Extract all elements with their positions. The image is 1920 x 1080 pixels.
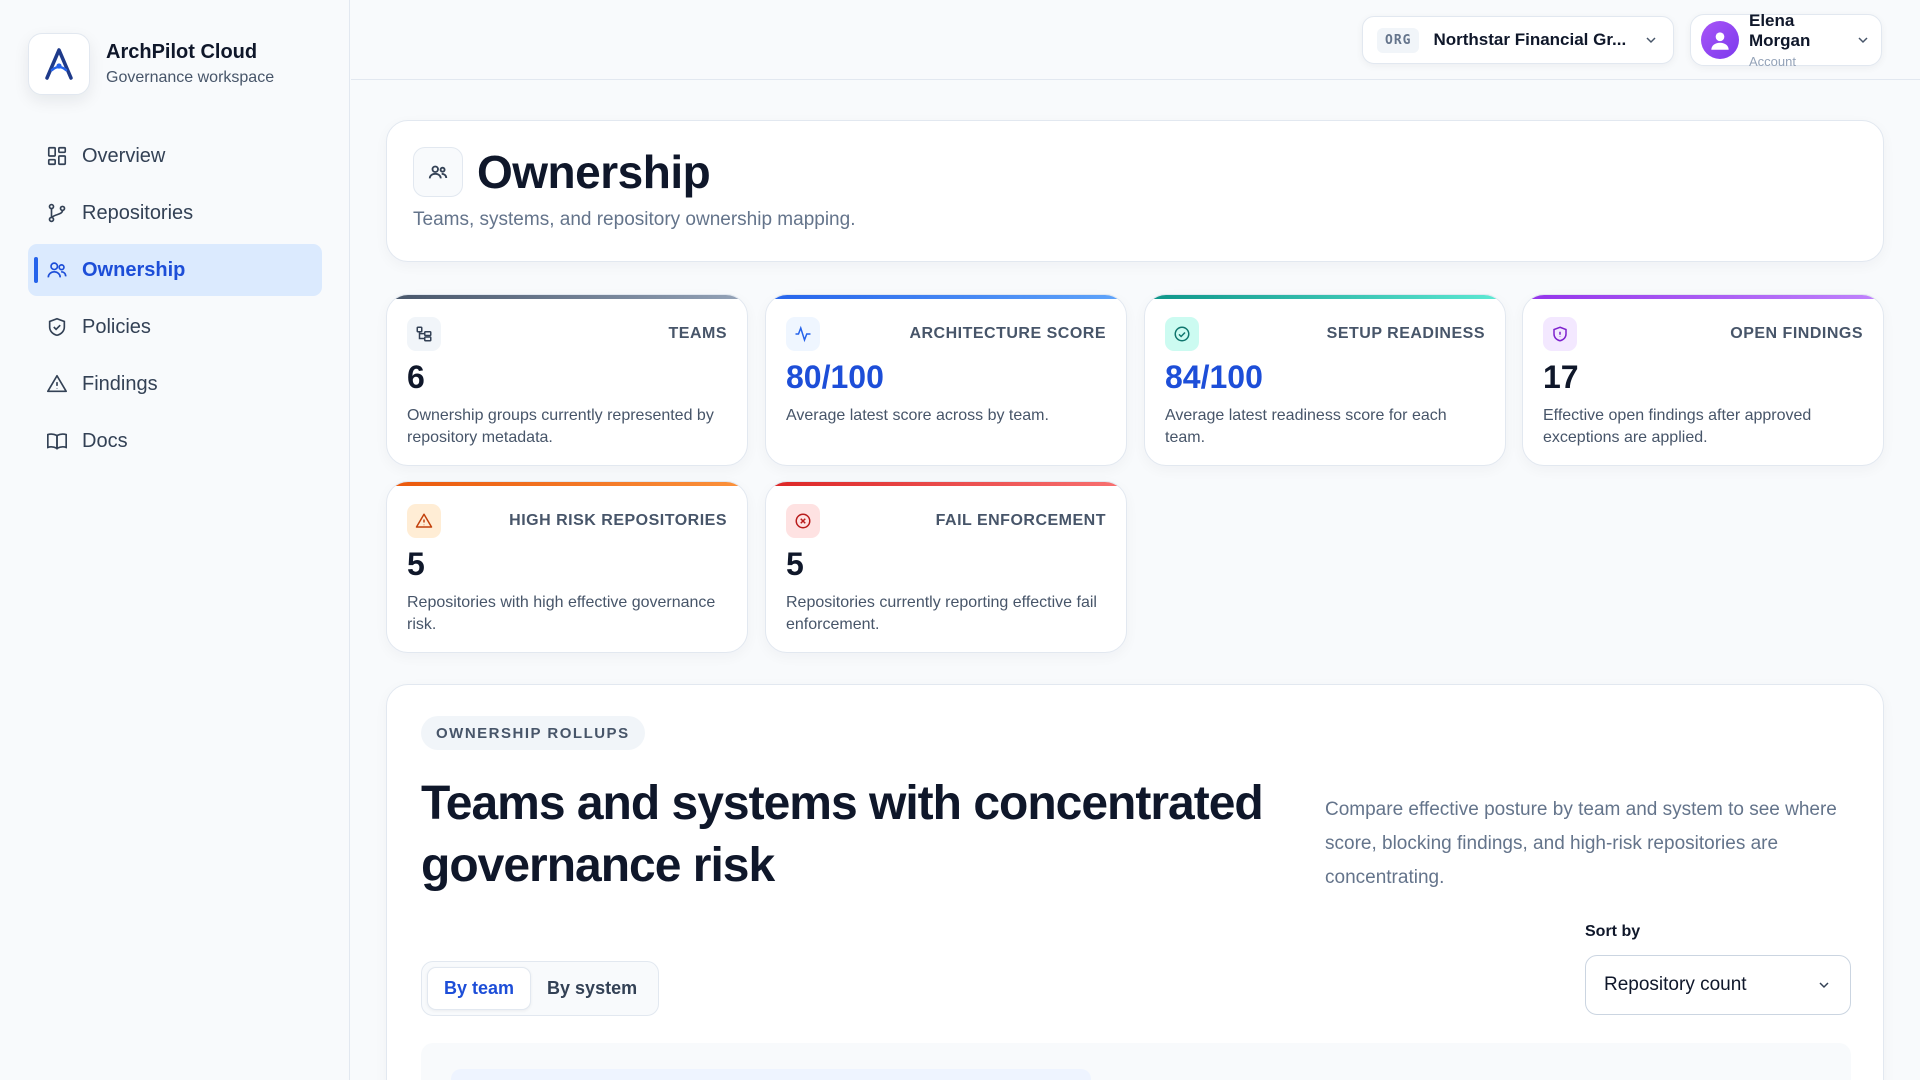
top-bar [351,0,1920,80]
sidebar-item-label: Repositories [82,201,194,224]
metric-value: 5 [407,546,425,582]
page-subtitle: Teams, systems, and repository ownership… [413,209,856,230]
tab-by-team[interactable]: By team [427,967,532,1010]
metric-label: SETUP READINESS [1326,325,1485,342]
tab-by-system[interactable]: By system [531,967,653,1010]
metric-description: Repositories with high effective governa… [407,594,716,633]
chevron-down-icon [1819,982,1829,989]
sort-select[interactable]: Repository count [1585,955,1851,1015]
user-name: Elena Morgan [1749,11,1811,50]
book-icon [47,433,67,450]
metric-description: Effective open findings after approved e… [1543,407,1812,446]
activity-icon [786,317,820,351]
user-icon [1711,32,1729,50]
user-role: Account [1749,54,1796,69]
brand-logo [28,33,90,95]
metric-value: 17 [1543,359,1579,395]
org-tree-icon [407,317,441,351]
chevron-down-icon [1646,37,1656,44]
metric-description: Repositories currently reporting effecti… [786,594,1097,633]
sidebar-item-label: Docs [82,429,128,452]
metric-description: Average latest score across by team. [786,407,1049,424]
brand-subtitle: Governance workspace [106,69,275,86]
metric-label: HIGH RISK REPOSITORIES [509,512,727,529]
card-accent-bar [766,295,1126,299]
metric-label: OPEN FINDINGS [1730,325,1863,342]
card-accent-bar [1523,295,1883,299]
sort-value: Repository count [1604,974,1747,995]
view-toggle: By team By system [421,961,660,1016]
check-circle-icon [1165,317,1199,351]
org-selector[interactable]: ORG Northstar Financial Gr... [1362,16,1674,64]
metric-card-fail-enforcement: FAIL ENFORCEMENT 5 Repositories currentl… [765,481,1127,653]
sidebar-item-label: Ownership [82,258,186,281]
git-branch-icon [48,203,66,223]
card-accent-bar [1145,295,1505,299]
sidebar-item-findings[interactable]: Findings [28,358,322,410]
metric-card-architecture-score: ARCHITECTURE SCORE 80/100 Average latest… [765,294,1127,466]
rollup-table-header [421,1043,1851,1080]
metric-value: 5 [786,546,804,582]
users-icon [47,262,67,278]
sidebar-item-label: Findings [82,372,158,395]
page-header: Ownership Teams, systems, and repository… [386,120,1884,262]
brand[interactable]: ArchPilot Cloud Governance workspace [28,33,274,95]
chevron-down-icon [1858,37,1868,44]
org-tag: ORG [1377,27,1420,53]
archpilot-logo-icon [45,48,73,80]
metric-card-open-findings: OPEN FINDINGS 17 Effective open findings… [1522,294,1884,466]
sidebar-item-label: Policies [82,315,151,338]
metric-card-high-risk-repositories: HIGH RISK REPOSITORIES 5 Repositories wi… [386,481,748,653]
users-icon [413,147,463,197]
x-circle-icon [786,504,820,538]
ownership-rollups-panel: OWNERSHIP ROLLUPS Teams and systems with… [386,684,1884,1080]
warning-icon [47,374,67,393]
sidebar-item-overview[interactable]: Overview [28,130,322,182]
org-name: Northstar Financial Gr... [1433,30,1627,49]
metric-description: Average latest readiness score for each … [1165,407,1447,446]
card-accent-bar [387,482,747,486]
grid-icon [47,146,67,166]
sidebar-item-repositories[interactable]: Repositories [28,187,322,239]
sort-label: Sort by [1585,923,1641,940]
avatar [1701,21,1739,59]
rollups-description: Compare effective posture by team and sy… [1325,799,1837,888]
metric-label: ARCHITECTURE SCORE [909,325,1106,342]
warning-icon [407,504,441,538]
sidebar-item-ownership[interactable]: Ownership [28,244,322,296]
rollups-title: Teams and systems with concentrated gove… [421,777,1264,892]
section-pill: OWNERSHIP ROLLUPS [421,716,645,750]
metric-card-setup-readiness: SETUP READINESS 84/100 Average latest re… [1144,294,1506,466]
metric-label: FAIL ENFORCEMENT [935,512,1106,529]
shield-check-icon [48,317,66,337]
card-accent-bar [387,295,747,299]
card-accent-bar [766,482,1126,486]
shield-icon [1543,317,1577,351]
metric-value: 84/100 [1165,359,1263,395]
metric-description: Ownership groups currently represented b… [407,407,714,446]
page-title: Ownership [477,146,711,198]
sidebar-item-label: Overview [82,144,166,167]
sidebar-nav: Overview Repositories Ownership Policies… [28,130,322,472]
sidebar-item-docs[interactable]: Docs [28,415,322,467]
metric-card-teams: TEAMS 6 Ownership groups currently repre… [386,294,748,466]
metric-value: 80/100 [786,359,884,395]
metric-label: TEAMS [668,325,727,342]
table-header-placeholder [451,1069,1091,1080]
metric-value: 6 [407,359,425,395]
brand-title: ArchPilot Cloud [106,41,258,63]
sidebar-item-policies[interactable]: Policies [28,301,322,353]
user-menu[interactable]: Elena Morgan Account [1690,11,1882,69]
sidebar: ArchPilot Cloud Governance workspace Ove… [0,0,350,1080]
